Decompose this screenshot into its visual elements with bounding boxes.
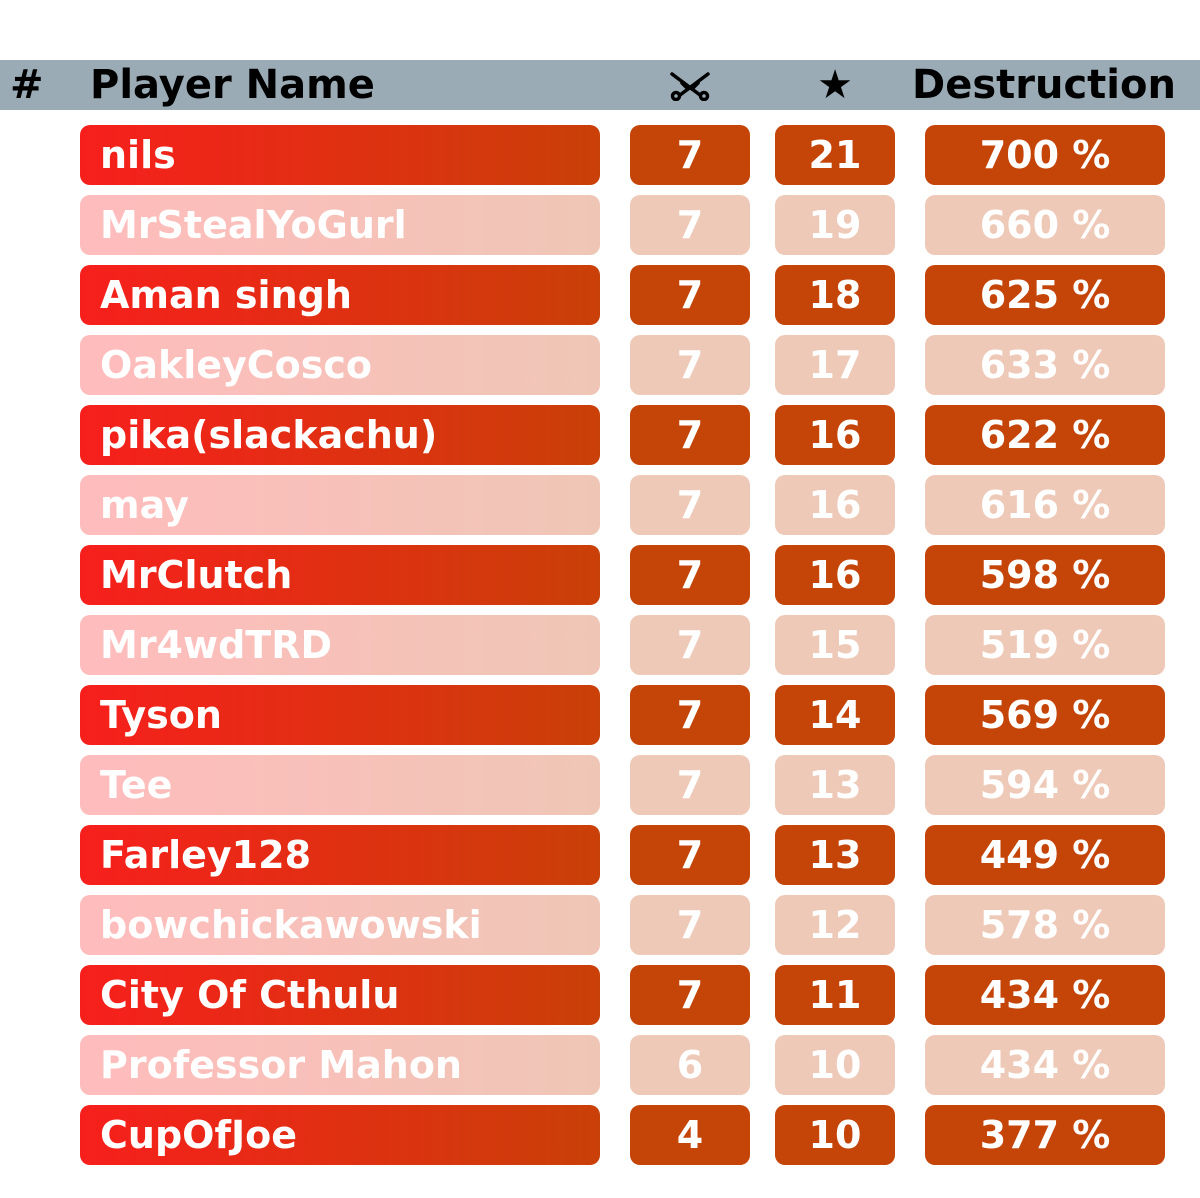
stars-cell: 10 [775,1105,895,1165]
attacks-cell: 7 [630,615,750,675]
destruction-cell: 578 % [925,895,1165,955]
table-row: Aman singh 7 18 625 % [0,265,1200,325]
stars-cell: 11 [775,965,895,1025]
destruction-cell: 377 % [925,1105,1165,1165]
destruction-cell: 622 % [925,405,1165,465]
table-header: # Player Name ★ Destruction [0,60,1200,110]
destruction-cell: 700 % [925,125,1165,185]
player-name-cell: nils [80,125,600,185]
star-icon: ★ [817,62,853,108]
table-row: Tee 7 13 594 % [0,755,1200,815]
player-name-cell: Mr4wdTRD [80,615,600,675]
player-name-cell: Tee [80,755,600,815]
attacks-cell: 7 [630,755,750,815]
player-name-cell: Tyson [80,685,600,745]
attacks-cell: 7 [630,545,750,605]
table-row: bowchickawowski 7 12 578 % [0,895,1200,955]
destruction-cell: 633 % [925,335,1165,395]
stars-cell: 10 [775,1035,895,1095]
player-name-cell: CupOfJoe [80,1105,600,1165]
stars-cell: 14 [775,685,895,745]
destruction-cell: 449 % [925,825,1165,885]
stars-cell: 19 [775,195,895,255]
stars-cell: 12 [775,895,895,955]
player-name-cell: OakleyCosco [80,335,600,395]
table-row: Professor Mahon 6 10 434 % [0,1035,1200,1095]
table-row: CupOfJoe 4 10 377 % [0,1105,1200,1165]
attacks-cell: 7 [630,475,750,535]
table-row: MrClutch 7 16 598 % [0,545,1200,605]
destruction-cell: 434 % [925,965,1165,1025]
attacks-cell: 7 [630,405,750,465]
table-row: Farley128 7 13 449 % [0,825,1200,885]
attacks-cell: 4 [630,1105,750,1165]
player-name-column-header: Player Name [90,62,375,108]
stars-cell: 16 [775,545,895,605]
table-row: MrStealYoGurl 7 19 660 % [0,195,1200,255]
table-row: Mr4wdTRD 7 15 519 % [0,615,1200,675]
attacks-cell: 7 [630,125,750,185]
table-row: OakleyCosco 7 17 633 % [0,335,1200,395]
player-name-cell: MrStealYoGurl [80,195,600,255]
destruction-cell: 625 % [925,265,1165,325]
attacks-cell: 7 [630,335,750,395]
player-name-cell: may [80,475,600,535]
attacks-cell: 6 [630,1035,750,1095]
crossed-swords-icon [668,60,712,110]
player-name-cell: City Of Cthulu [80,965,600,1025]
table-row: may 7 16 616 % [0,475,1200,535]
player-name-cell: bowchickawowski [80,895,600,955]
attacks-cell: 7 [630,265,750,325]
destruction-cell: 434 % [925,1035,1165,1095]
stars-cell: 13 [775,755,895,815]
stars-cell: 17 [775,335,895,395]
stars-cell: 15 [775,615,895,675]
destruction-cell: 519 % [925,615,1165,675]
table-row: Tyson 7 14 569 % [0,685,1200,745]
stars-cell: 21 [775,125,895,185]
attacks-cell: 7 [630,965,750,1025]
table-row: City Of Cthulu 7 11 434 % [0,965,1200,1025]
destruction-cell: 598 % [925,545,1165,605]
stars-cell: 16 [775,475,895,535]
player-name-cell: pika(slackachu) [80,405,600,465]
attacks-cell: 7 [630,195,750,255]
destruction-cell: 660 % [925,195,1165,255]
destruction-column-header: Destruction [912,62,1176,108]
attacks-cell: 7 [630,895,750,955]
player-name-cell: Professor Mahon [80,1035,600,1095]
player-name-cell: MrClutch [80,545,600,605]
table-row: pika(slackachu) 7 16 622 % [0,405,1200,465]
destruction-cell: 569 % [925,685,1165,745]
rank-column-header: # [10,62,44,108]
player-name-cell: Farley128 [80,825,600,885]
attacks-cell: 7 [630,825,750,885]
stars-cell: 13 [775,825,895,885]
stars-cell: 18 [775,265,895,325]
destruction-cell: 594 % [925,755,1165,815]
attacks-cell: 7 [630,685,750,745]
player-name-cell: Aman singh [80,265,600,325]
stars-cell: 16 [775,405,895,465]
destruction-cell: 616 % [925,475,1165,535]
table-row: nils 7 21 700 % [0,125,1200,185]
